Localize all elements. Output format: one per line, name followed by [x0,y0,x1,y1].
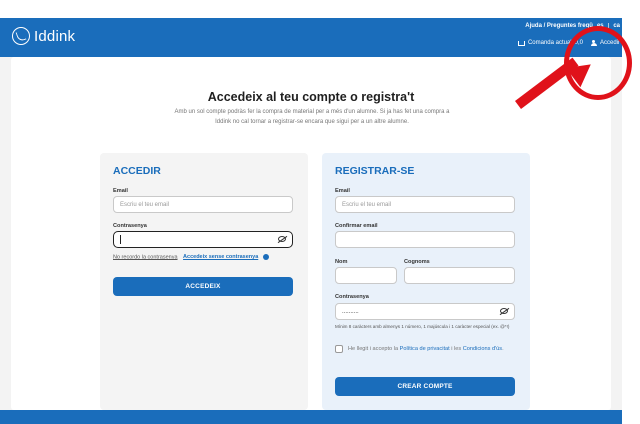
name-input[interactable] [335,267,397,284]
iddink-logo-icon [12,27,30,45]
consent-mid: i les [449,346,463,352]
register-password-label: Contrasenya [335,294,369,300]
eye-off-icon[interactable] [500,308,508,314]
terms-checkbox[interactable] [335,345,343,353]
confirm-email-label: Confirmar email [335,223,378,229]
screen: Iddink Ajuda / Preguntes freqü es | ca C… [0,0,640,424]
register-title: REGISTRAR-SE [335,165,415,177]
create-account-button[interactable]: CREAR COMPTE [335,377,515,396]
login-submit-button[interactable]: ACCEDEIX [113,277,293,296]
forgot-password-link[interactable]: No recordo la contrasenya [113,254,178,260]
register-email-label: Email [335,188,350,194]
help-icon[interactable] [262,254,269,260]
login-password-label: Contrasenya [113,223,147,229]
consent-prefix: He llegit i accepto la [348,346,400,352]
cart-icon [517,40,525,46]
site-header: Iddink Ajuda / Preguntes freqü es | ca C… [0,18,622,58]
logo[interactable]: Iddink [12,27,75,45]
text-cursor [120,235,121,244]
terms-text: He llegit i accepto la Política de priva… [348,345,518,353]
password-hint: Mínim 8 caràcters amb almenys 1 número, … [335,324,510,329]
help-faq-link[interactable]: Ajuda / Preguntes freqü [525,23,593,29]
current-order-label: Comanda actual [527,40,572,46]
login-password-input[interactable] [113,231,293,248]
eye-off-icon[interactable] [278,236,286,242]
confirm-email-input[interactable] [335,231,515,248]
logo-text: Iddink [34,27,76,45]
login-email-label: Email [113,188,128,194]
register-password-input[interactable]: .......... [335,303,515,320]
register-password-value: .......... [342,309,359,315]
consent-suffix: . [502,346,504,352]
surname-label: Cognoms [404,259,430,265]
passwordless-login-link[interactable]: Accedeix sense contrasenya [183,254,258,260]
login-links: No recordo la contrasenya Accedeix sense… [113,254,269,260]
name-label: Nom [335,259,348,265]
lang-ca-link[interactable]: ca [613,23,620,29]
login-title: ACCEDIR [113,165,161,177]
register-panel: REGISTRAR-SE Email Escriu el teu email C… [322,153,530,410]
surname-input[interactable] [404,267,515,284]
page-subtitle: Amb un sol compte podràs fer la compra d… [174,109,450,125]
login-email-input[interactable]: Escriu el teu email [113,196,293,213]
register-email-input[interactable]: Escriu el teu email [335,196,515,213]
terms-of-use-link[interactable]: Condicions d'ús [463,346,502,352]
privacy-policy-link[interactable]: Política de privacitat [400,346,450,352]
auth-card: Accedeix al teu compte o registra't Amb … [11,57,611,410]
login-panel: ACCEDIR Email Escriu el teu email Contra… [100,153,308,410]
